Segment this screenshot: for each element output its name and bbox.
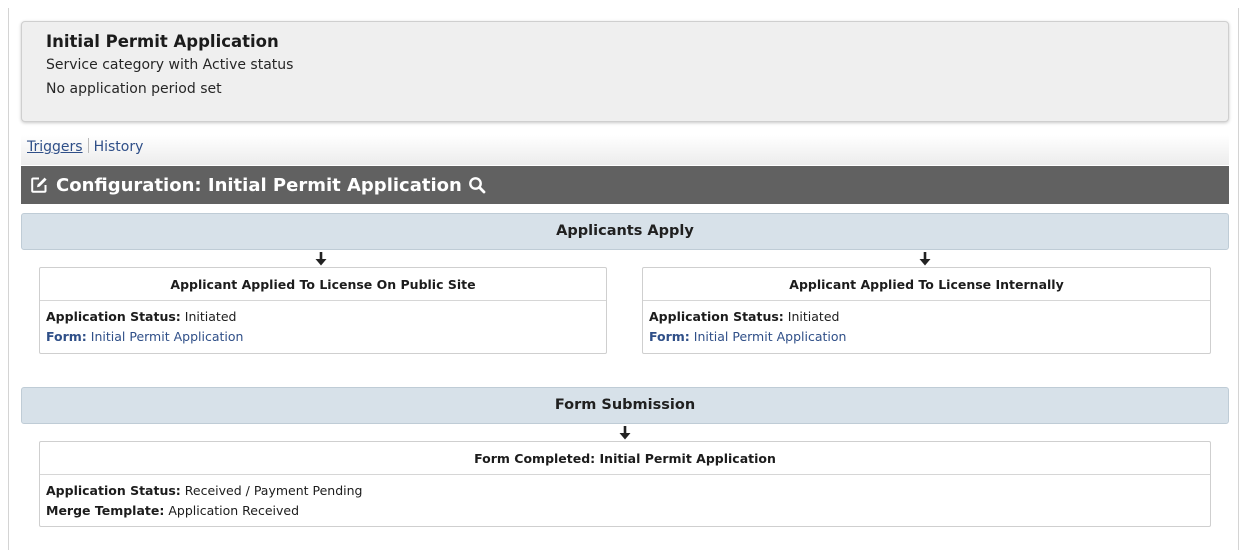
- application-status-row: Application Status: Received / Payment P…: [46, 481, 1204, 501]
- trigger-form-completed: Form Completed: Initial Permit Applicati…: [39, 441, 1211, 527]
- trigger-applied-public-site: Applicant Applied To License On Public S…: [39, 267, 607, 354]
- status-label: Application Status:: [46, 309, 181, 324]
- stage-header-form-submission: Form Submission: [21, 387, 1229, 424]
- status-value: Initiated: [787, 309, 840, 324]
- merge-template-label: Merge Template:: [46, 503, 165, 518]
- trigger-applied-internally: Applicant Applied To License Internally …: [642, 267, 1211, 354]
- trigger-title: Form Completed: Initial Permit Applicati…: [40, 442, 1210, 475]
- form-label[interactable]: Form:: [649, 329, 690, 344]
- stage-header-applicants-apply: Applicants Apply: [21, 213, 1229, 250]
- application-period: No application period set: [46, 81, 222, 97]
- form-row[interactable]: Form: Initial Permit Application: [649, 327, 1204, 347]
- configuration-title: Configuration: Initial Permit Applicatio…: [56, 174, 462, 196]
- application-status-row: Application Status: Initiated: [649, 307, 1204, 327]
- service-summary-card: Initial Permit Application Service categ…: [21, 21, 1229, 122]
- arrow-down-icon: [315, 252, 327, 266]
- service-category-status: Service category with Active status: [46, 57, 294, 73]
- edit-icon[interactable]: [30, 176, 48, 194]
- tab-row: Triggers History: [21, 135, 1229, 165]
- service-title: Initial Permit Application: [46, 32, 279, 51]
- merge-template-row: Merge Template: Application Received: [46, 501, 1204, 521]
- merge-template-value: Application Received: [168, 503, 300, 518]
- arrow-down-icon: [619, 426, 631, 440]
- status-label: Application Status:: [46, 483, 181, 498]
- configuration-header: Configuration: Initial Permit Applicatio…: [21, 166, 1229, 204]
- form-link[interactable]: Initial Permit Application: [91, 329, 244, 344]
- status-label: Application Status:: [649, 309, 784, 324]
- search-icon[interactable]: [468, 176, 486, 194]
- tab-history[interactable]: History: [94, 139, 144, 155]
- tab-divider: [87, 138, 89, 153]
- form-row[interactable]: Form: Initial Permit Application: [46, 327, 600, 347]
- trigger-title: Applicant Applied To License On Public S…: [40, 268, 606, 301]
- status-value: Initiated: [184, 309, 237, 324]
- tab-triggers[interactable]: Triggers: [27, 139, 83, 155]
- form-link[interactable]: Initial Permit Application: [694, 329, 847, 344]
- arrow-down-icon: [919, 252, 931, 266]
- status-value: Received / Payment Pending: [184, 483, 363, 498]
- trigger-title: Applicant Applied To License Internally: [643, 268, 1210, 301]
- form-label[interactable]: Form:: [46, 329, 87, 344]
- application-status-row: Application Status: Initiated: [46, 307, 600, 327]
